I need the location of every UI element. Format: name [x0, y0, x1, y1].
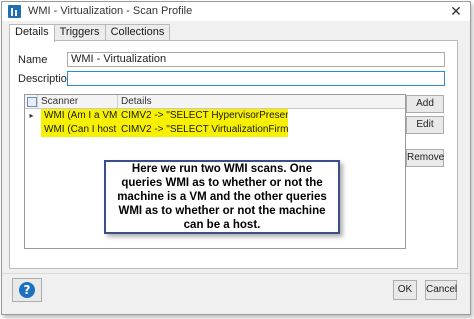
- help-icon: ?: [19, 282, 35, 298]
- tab-collections[interactable]: Collections: [104, 24, 171, 40]
- details-cell[interactable]: CIMV2 -> "SELECT HypervisorPresent FROM …: [118, 109, 288, 123]
- footer-divider: [2, 273, 470, 274]
- cancel-button[interactable]: Cancel: [425, 280, 457, 300]
- scanner-cell[interactable]: WMI (Am I a VM?): [41, 109, 118, 123]
- callout-text: Here we run two WMI scans. One queries W…: [117, 163, 327, 231]
- edit-button[interactable]: Edit: [406, 116, 444, 134]
- title-bar[interactable]: WMI - Virtualization - Scan Profile ✕: [2, 2, 470, 21]
- name-field[interactable]: WMI - Virtualization: [67, 52, 445, 67]
- add-button[interactable]: Add: [406, 95, 444, 113]
- details-panel: Name WMI - Virtualization Description Sc…: [9, 40, 458, 269]
- table-row[interactable]: ▸ WMI (Am I a VM?) CIMV2 -> "SELECT Hype…: [25, 109, 405, 123]
- column-header-details[interactable]: Details: [118, 95, 405, 108]
- select-all-icon[interactable]: [27, 97, 37, 107]
- tab-strip: Details Triggers Collections: [9, 24, 171, 42]
- app-icon: [8, 5, 21, 18]
- close-icon[interactable]: ✕: [449, 3, 463, 19]
- table-row[interactable]: WMI (Can I host VMs CIMV2 -> "SELECT Vir…: [25, 123, 405, 137]
- grid-header: Scanner Details: [25, 95, 405, 109]
- help-button[interactable]: ?: [12, 278, 42, 302]
- scan-profile-window: WMI - Virtualization - Scan Profile ✕ De…: [1, 1, 471, 315]
- name-label: Name: [18, 54, 48, 66]
- grid-corner: [25, 95, 38, 108]
- tab-details[interactable]: Details: [9, 24, 55, 42]
- row-arrow-icon: ▸: [29, 111, 34, 120]
- scanner-cell[interactable]: WMI (Can I host VMs: [41, 123, 118, 137]
- annotation-callout: Here we run two WMI scans. One queries W…: [104, 160, 340, 234]
- row-indicator: [25, 123, 38, 137]
- description-label: Description: [18, 73, 74, 85]
- details-cell[interactable]: CIMV2 -> "SELECT VirtualizationFirmwareE…: [118, 123, 288, 137]
- tab-triggers[interactable]: Triggers: [53, 24, 106, 40]
- description-field[interactable]: [67, 71, 445, 86]
- column-header-scanner[interactable]: Scanner: [38, 95, 118, 108]
- window-title: WMI - Virtualization - Scan Profile: [28, 5, 193, 17]
- remove-button[interactable]: Remove: [406, 149, 444, 167]
- ok-button[interactable]: OK: [393, 280, 417, 300]
